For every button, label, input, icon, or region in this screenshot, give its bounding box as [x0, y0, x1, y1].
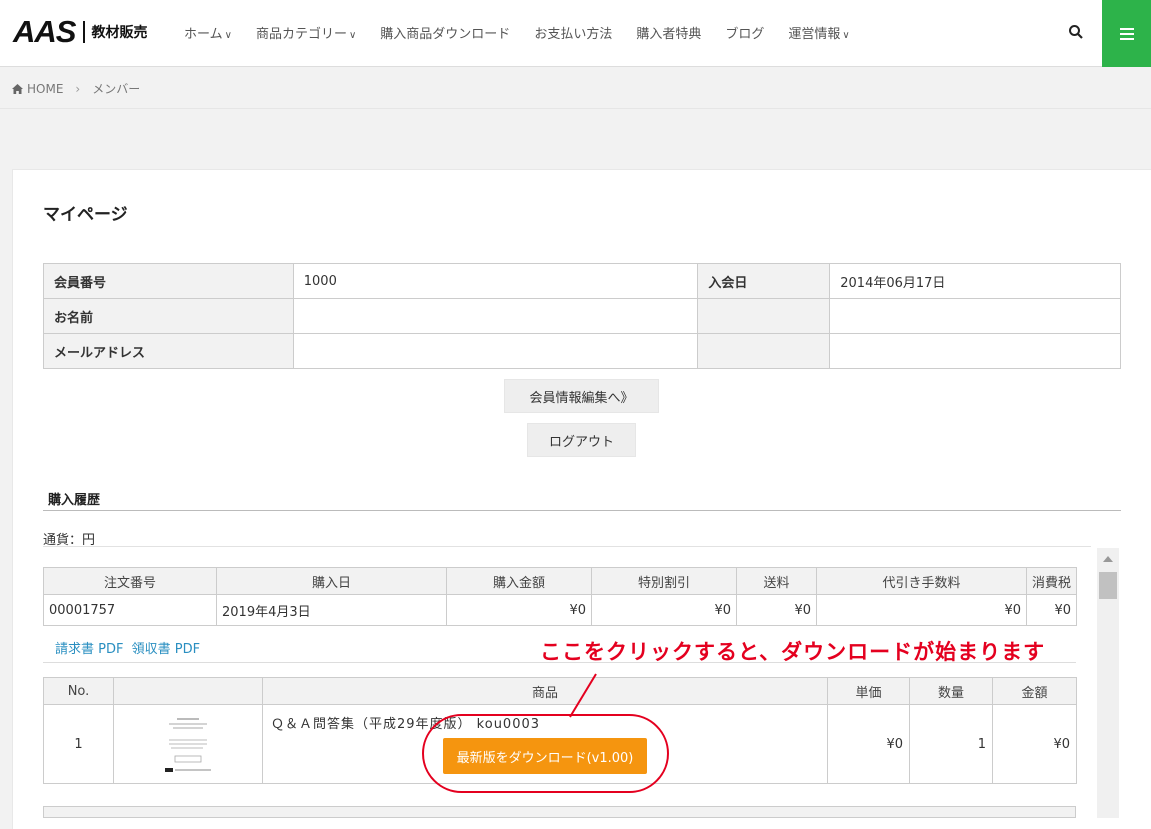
nav-item-label: 購入者特典 [636, 27, 702, 42]
order-column-header: 特別割引 [591, 567, 737, 595]
member-row: 会員番号 1000 入会日 2014年06月17日 [43, 263, 1121, 299]
annotation-text: ここをクリックすると、ダウンロードが始まります [540, 640, 1046, 664]
product-column-header: 数量 [909, 677, 993, 705]
product-column-header: No. [43, 677, 114, 705]
nav-item[interactable]: お支払い方法 [534, 23, 612, 42]
order-column-header: 消費税 [1026, 567, 1077, 595]
member-field-value [829, 333, 1121, 369]
nav-item-label: ホーム [184, 27, 223, 42]
member-row: メールアドレス [43, 333, 1121, 369]
nav-item[interactable]: 購入者特典 [636, 23, 701, 42]
nav-item[interactable]: 運営情報 ∨ [788, 23, 849, 42]
invoice-pdf-link[interactable]: 請求書 PDF [55, 642, 123, 657]
purchase-history-title: 購入履歴 [48, 493, 101, 508]
member-field-value [829, 298, 1121, 334]
member-field-value [292, 298, 699, 334]
chevron-down-icon: ∨ [348, 30, 357, 41]
annotation-circle [422, 714, 669, 793]
nav-item[interactable]: ブログ [725, 23, 764, 42]
site-header: AAS 教材販売 ホーム ∨ 商品カテゴリー ∨ 購入商品ダウンロード お支払い方法 購入者… [0, 0, 1151, 67]
order-cell: ¥0 [446, 594, 592, 626]
product-column-header [113, 677, 263, 705]
order-column-header: 購入日 [216, 567, 447, 595]
member-field-label: 会員番号 [43, 263, 294, 299]
menu-button[interactable] [1102, 0, 1151, 67]
nav-item-label: 商品カテゴリー [255, 27, 347, 42]
nav-item[interactable]: 商品カテゴリー ∨ [256, 23, 356, 42]
order-column-header: 注文番号 [43, 567, 217, 595]
product-no: 1 [43, 704, 114, 784]
divider [0, 108, 1151, 109]
product-thumbnail-cell [113, 704, 263, 784]
member-row: お名前 [43, 298, 1121, 334]
logo-text: AAS [13, 14, 76, 49]
scroll-up-icon[interactable] [1103, 556, 1113, 562]
chevron-down-icon: ∨ [842, 30, 850, 41]
product-column-header: 単価 [827, 677, 910, 705]
order-cell: ¥0 [591, 594, 737, 626]
nav-item-label: 購入商品ダウンロード [380, 27, 511, 42]
breadcrumb-current: メンバー [92, 82, 141, 96]
main-nav: ホーム ∨ 商品カテゴリー ∨ 購入商品ダウンロード お支払い方法 購入者特典 ブログ 運営情報… [184, 23, 874, 42]
scrollbar[interactable] [1097, 548, 1119, 818]
nav-item[interactable]: ホーム ∨ [184, 23, 232, 42]
member-field-value: 1000 [292, 263, 699, 299]
order-cell: ¥0 [816, 594, 1027, 626]
receipt-pdf-link[interactable]: 領収書 PDF [132, 642, 200, 657]
scrollbar-thumb[interactable] [1099, 572, 1117, 599]
chevron-right-icon: › [75, 81, 81, 96]
member-field-value [292, 333, 699, 369]
product-quantity: 1 [909, 704, 993, 784]
divider [43, 546, 1091, 547]
order-table: 注文番号 購入日 購入金額 特別割引 送料 代引き手数料 消費税 00001757 2019年… [43, 567, 1077, 626]
order-cell: 2019年4月3日 [216, 594, 447, 626]
nav-item-label: お支払い方法 [534, 27, 613, 42]
chevron-down-icon: ∨ [224, 30, 232, 41]
edit-member-button[interactable]: 会員情報編集へ》 [504, 379, 659, 413]
member-field-label [697, 298, 831, 334]
breadcrumb-home[interactable]: HOME [27, 82, 63, 96]
product-thumbnail[interactable] [163, 714, 213, 774]
logo-divider [83, 21, 86, 43]
document-links: 請求書 PDF 領収書 PDF [55, 638, 204, 657]
member-field-label [697, 333, 831, 369]
order-column-header: 代引き手数料 [816, 567, 1027, 595]
member-field-value: 2014年06月17日 [829, 263, 1121, 299]
logout-button[interactable]: ログアウト [527, 423, 636, 457]
next-order-table-header [43, 806, 1076, 818]
logo-subtitle: 教材販売 [91, 25, 148, 41]
member-field-label: メールアドレス [43, 333, 294, 369]
order-column-header: 購入金額 [446, 567, 592, 595]
member-field-label: 入会日 [697, 263, 831, 299]
order-cell: ¥0 [736, 594, 817, 626]
home-icon [12, 83, 23, 94]
order-cell: ¥0 [1026, 594, 1077, 626]
order-cell: 00001757 [43, 594, 217, 626]
hamburger-icon [1119, 32, 1134, 35]
divider [43, 510, 1121, 511]
order-column-header: 送料 [736, 567, 817, 595]
nav-item-label: ブログ [725, 27, 765, 42]
product-amount: ¥0 [992, 704, 1077, 784]
breadcrumb: HOME › メンバー [12, 80, 140, 97]
product-column-header: 金額 [992, 677, 1077, 705]
member-info-table: 会員番号 1000 入会日 2014年06月17日 お名前 メールアドレス [43, 263, 1121, 369]
product-unit-price: ¥0 [827, 704, 910, 784]
nav-item[interactable]: 購入商品ダウンロード [380, 23, 510, 42]
page-title: マイページ [43, 205, 128, 225]
site-logo[interactable]: AAS 教材販売 [13, 14, 147, 50]
product-column-header: 商品 [262, 677, 828, 705]
nav-item-label: 運営情報 [788, 27, 841, 42]
document-thumbnail-icon [163, 714, 213, 774]
member-field-label: お名前 [43, 298, 294, 334]
search-icon[interactable] [1068, 24, 1084, 40]
